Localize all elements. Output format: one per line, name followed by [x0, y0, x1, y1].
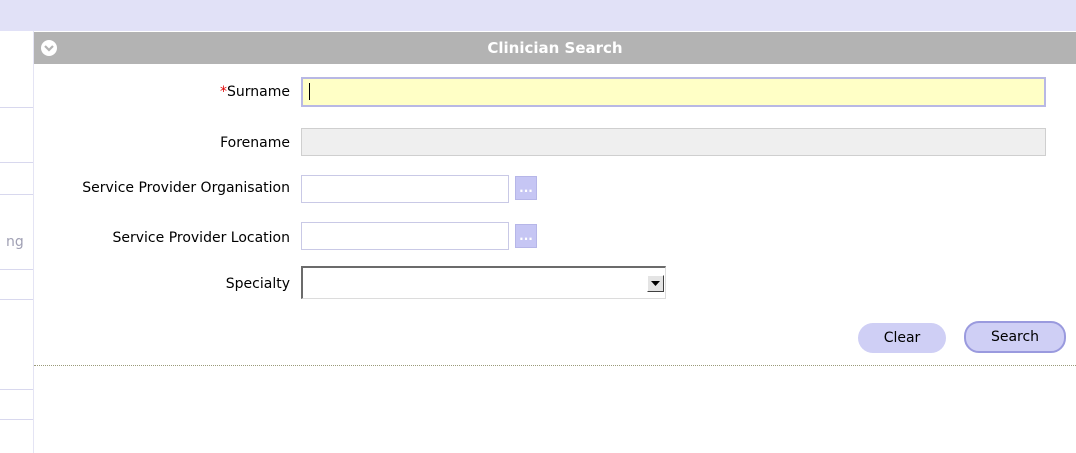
nav-divider	[0, 419, 34, 420]
search-button[interactable]: Search	[964, 321, 1066, 353]
nav-divider	[0, 194, 34, 195]
forename-input[interactable]	[301, 128, 1046, 156]
nav-divider	[0, 107, 34, 108]
surname-label: *Surname	[220, 84, 290, 100]
nav-divider	[0, 162, 34, 163]
location-label: Service Provider Location	[112, 230, 291, 246]
panel-header: Clinician Search	[34, 32, 1076, 64]
forename-label: Forename	[220, 135, 290, 151]
top-band	[0, 0, 1076, 31]
left-navigation-strip: ng	[0, 31, 34, 453]
organisation-input[interactable]	[301, 175, 509, 203]
nav-divider	[0, 389, 34, 390]
specialty-select[interactable]	[301, 266, 666, 299]
specialty-label: Specialty	[225, 276, 290, 292]
nav-divider	[0, 269, 34, 270]
panel-title: Clinician Search	[487, 39, 623, 57]
nav-divider	[0, 299, 34, 300]
section-divider	[34, 365, 1076, 366]
organisation-lookup-button[interactable]: ...	[515, 176, 537, 200]
chevron-down-icon[interactable]	[41, 40, 57, 56]
location-input[interactable]	[301, 222, 509, 250]
chevron-down-icon[interactable]	[647, 275, 664, 292]
clear-button[interactable]: Clear	[858, 323, 946, 353]
required-marker: *	[220, 84, 228, 100]
surname-input[interactable]	[301, 77, 1046, 107]
text-cursor	[309, 83, 310, 100]
location-lookup-button[interactable]: ...	[515, 224, 537, 248]
nav-item-fragment[interactable]: ng	[6, 234, 24, 250]
organisation-label: Service Provider Organisation	[82, 180, 290, 196]
clinician-search-panel: Clinician Search *Surname Forename Servi…	[34, 31, 1076, 453]
